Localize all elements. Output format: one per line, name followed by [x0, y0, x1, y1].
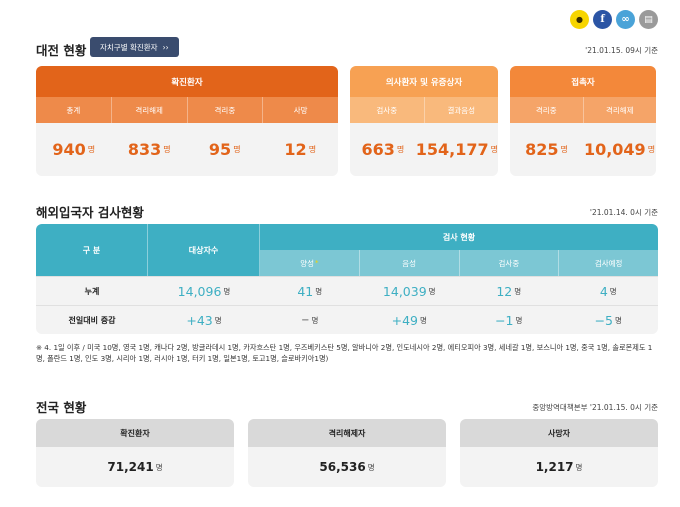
- overseas-col-positive: 양성 *: [260, 250, 360, 276]
- contacts-card: 접촉자 격리중 격리해제 825 명 10,049 명: [510, 66, 656, 176]
- national-confirmed-label: 확진환자: [36, 419, 234, 447]
- national-deaths-card: 사망자 1,217 명: [460, 419, 658, 487]
- row-positive: − 명: [301, 314, 319, 326]
- row-label: 전일대비 증감: [68, 315, 116, 325]
- national-released-label: 격리해제자: [248, 419, 446, 447]
- row-negative: 14,039 명: [382, 283, 436, 299]
- table-row: 전일대비 증감 +43 명 − 명 +49 명 −1 명 −5 명: [36, 305, 658, 334]
- row-negative: +49 명: [391, 312, 427, 328]
- suspected-col-testing: 검사중: [350, 97, 425, 123]
- national-title: 전국 현황: [36, 400, 87, 415]
- suspected-negative-value: 154,177 명: [415, 140, 498, 159]
- row-target: +43 명: [186, 312, 222, 328]
- suspected-card: 의사환자 및 유증상자 검사중 결과음성 663 명 154,177 명: [350, 66, 498, 176]
- overseas-note: ※ 4. 1일 이후 / 미국 10명, 영국 1명, 캐나다 2명, 방글라데…: [36, 343, 653, 363]
- confirmed-col-total: 총계: [36, 97, 112, 123]
- positive-star-icon: *: [315, 259, 319, 267]
- contacts-col-isolated: 격리중: [510, 97, 584, 123]
- confirmed-deaths-value: 12 명: [284, 140, 317, 159]
- national-confirmed-card: 확진환자 71,241 명: [36, 419, 234, 487]
- suspected-header: 의사환자 및 유증상자: [350, 66, 498, 97]
- suspected-testing-value: 663 명: [361, 140, 405, 159]
- confirmed-total-value: 940 명: [52, 140, 96, 159]
- row-scheduled: 4명: [599, 283, 617, 299]
- overseas-date: '21.01.14. 0시 기준: [589, 208, 658, 217]
- contacts-col-released: 격리해제: [605, 105, 634, 115]
- national-confirmed-value: 71,241 명: [107, 460, 163, 474]
- overseas-col-testing: 검사중: [460, 250, 560, 276]
- confirmed-col-deaths: 사망: [293, 105, 308, 115]
- row-positive: 41 명: [297, 283, 323, 299]
- confirmed-header: 확진환자: [36, 66, 338, 97]
- national-deaths-value: 1,217 명: [535, 460, 583, 474]
- district-confirmed-button[interactable]: 자치구별 확진환자 ››: [90, 37, 179, 57]
- confirmed-col-isolated: 격리중: [188, 97, 264, 123]
- overseas-col-scheduled: 검사예정: [594, 258, 623, 268]
- daejeon-date: '21.01.15. 09시 기준: [585, 46, 658, 55]
- share-toolbar: ● f ∞ ▤: [570, 10, 658, 29]
- link-copy-icon[interactable]: ∞: [616, 10, 635, 29]
- chevron-right-icon: ››: [162, 42, 169, 52]
- row-testing: −1 명: [495, 312, 523, 328]
- confirmed-isolated-value: 95 명: [208, 140, 241, 159]
- row-target: 14,096 명: [177, 283, 231, 299]
- district-confirmed-label: 자치구별 확진환자: [100, 42, 158, 52]
- table-row: 누계 14,096 명 41 명 14,039 명 12 명 4명: [36, 276, 658, 305]
- overseas-table: 구 분 대상자수 검사 현황 양성 * 음성 검사중 검사예정 누계 14,096…: [36, 224, 658, 334]
- overseas-head-category: 구 분: [36, 224, 148, 276]
- suspected-col-negative: 결과음성: [447, 105, 476, 115]
- row-testing: 12 명: [496, 283, 522, 299]
- daejeon-title: 대전 현황: [36, 43, 87, 58]
- kakao-share-icon[interactable]: ●: [570, 10, 589, 29]
- national-date: 중앙방역대책본부 '21.01.15. 0시 기준: [532, 403, 658, 412]
- facebook-share-icon[interactable]: f: [593, 10, 612, 29]
- overseas-title: 해외입국자 검사현황: [36, 205, 144, 220]
- row-scheduled: −5 명: [594, 312, 622, 328]
- contacts-header: 접촉자: [510, 66, 656, 97]
- overseas-head-group: 검사 현황: [260, 224, 658, 250]
- national-deaths-label: 사망자: [460, 419, 658, 447]
- confirmed-card: 확진환자 총계 격리해제 격리중 사망 940 명 833 명 95 명 12 명: [36, 66, 338, 176]
- contacts-isolated-value: 825 명: [525, 140, 568, 159]
- national-released-card: 격리해제자 56,536 명: [248, 419, 446, 487]
- national-released-value: 56,536 명: [319, 460, 375, 474]
- contacts-released-value: 10,049 명: [583, 140, 656, 159]
- overseas-col-negative: 음성: [360, 250, 460, 276]
- print-icon[interactable]: ▤: [639, 10, 658, 29]
- confirmed-col-released: 격리해제: [112, 97, 188, 123]
- overseas-head-target: 대상자수: [148, 224, 260, 276]
- row-label: 누계: [84, 286, 100, 296]
- confirmed-released-value: 833 명: [127, 140, 171, 159]
